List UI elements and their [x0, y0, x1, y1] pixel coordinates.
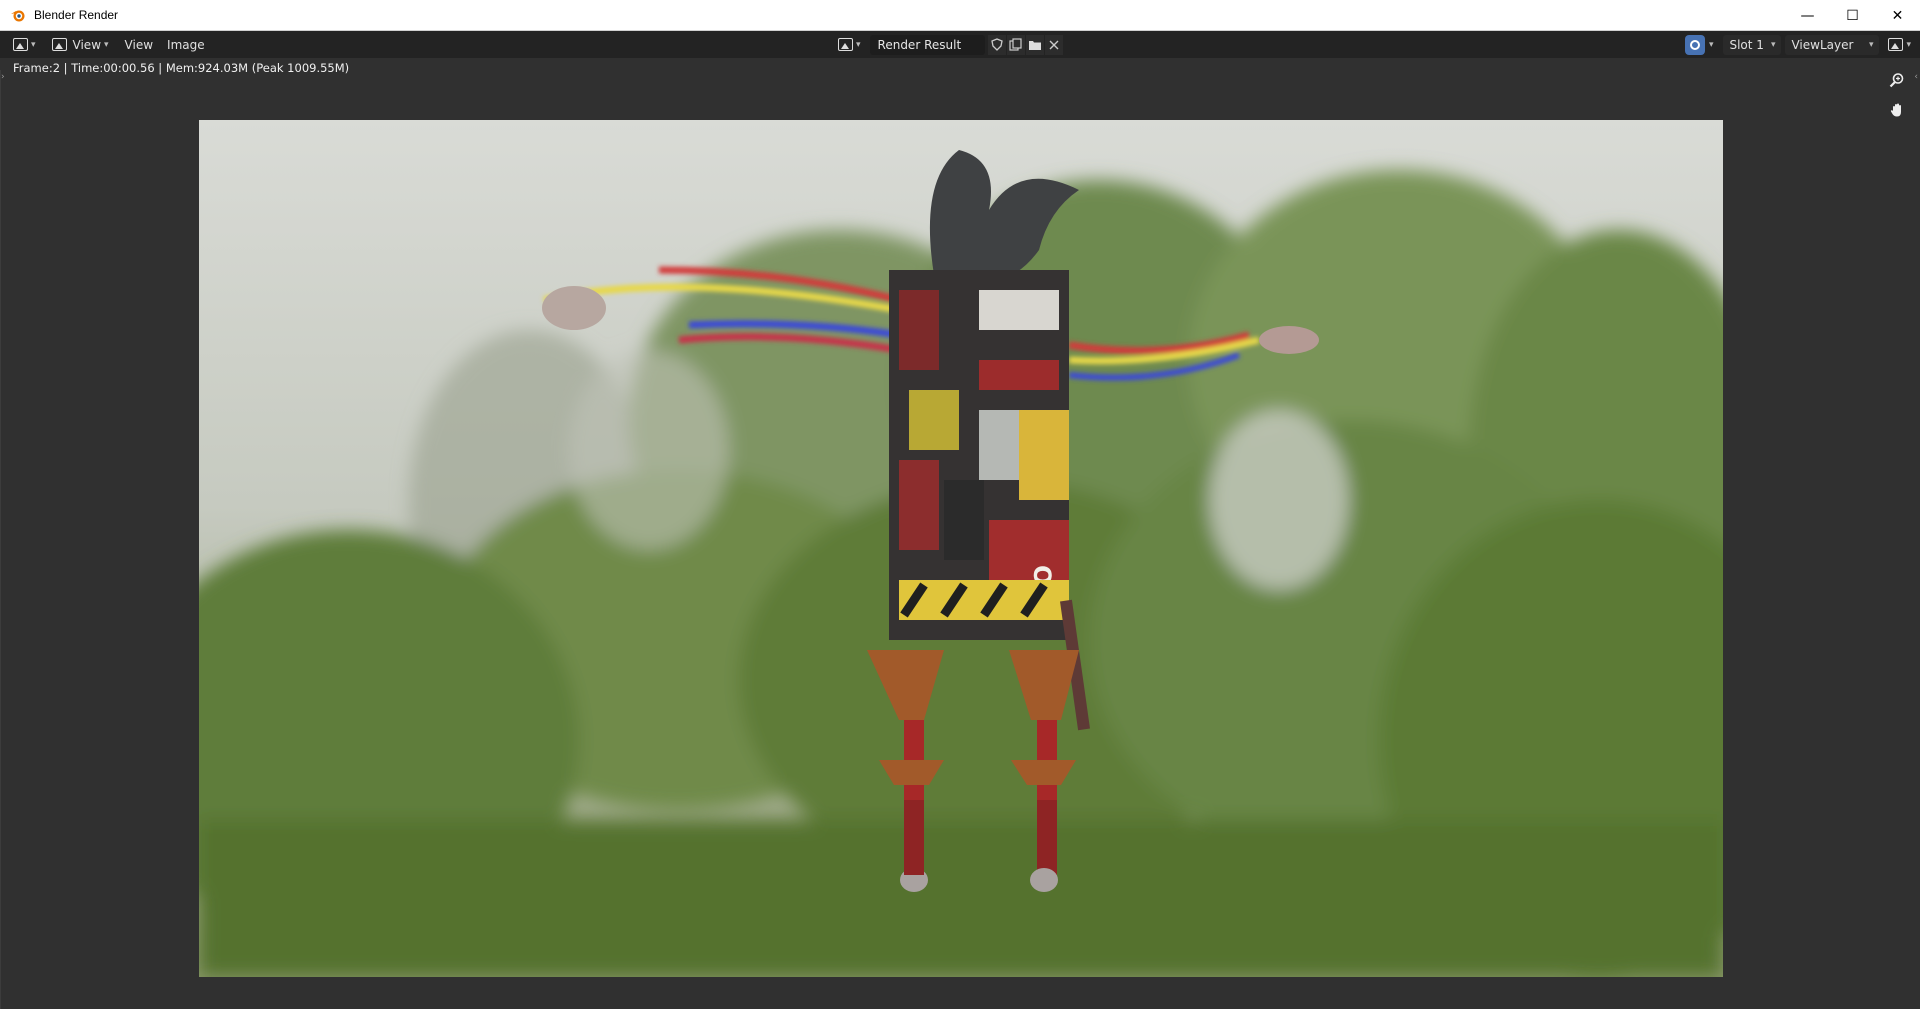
editor-type-button[interactable]: ▾ — [8, 34, 41, 55]
chevron-down-icon: ▾ — [104, 39, 109, 50]
zoom-button[interactable] — [1884, 67, 1910, 93]
blender-logo-icon — [11, 10, 25, 22]
hand-icon — [1890, 103, 1901, 117]
window-title-bar: Blender Render — ☐ ✕ — [0, 0, 1920, 31]
gizmo-icon — [1689, 39, 1700, 50]
unlink-image-button[interactable] — [1044, 34, 1063, 55]
menu-image[interactable]: Image — [162, 34, 210, 55]
image-editor-icon — [13, 38, 28, 51]
window-title: Blender Render — [34, 8, 119, 22]
view-layer-dropdown[interactable]: ViewLayer ▾ — [1785, 34, 1880, 55]
toolbar-edge — [0, 70, 1, 1009]
render-scene-svg: OFF — [199, 120, 1723, 977]
view-layer-label: ViewLayer — [1791, 37, 1854, 52]
minimize-button[interactable]: — — [1785, 0, 1830, 31]
right-foot — [1030, 868, 1058, 892]
maximize-button[interactable]: ☐ — [1830, 0, 1875, 31]
image-browse-icon — [838, 38, 853, 51]
zoom-icon — [1889, 73, 1904, 88]
image-editor-header: ▾ View ▾ View Image ▾ Render Result ▾ Sl… — [0, 31, 1920, 58]
header-right-group: ▾ Slot 1 ▾ ViewLayer ▾ ▾ — [1684, 31, 1920, 58]
slot-label: Slot 1 — [1729, 37, 1764, 52]
render-result-image[interactable]: OFF — [199, 120, 1723, 977]
folder-icon — [1028, 40, 1041, 50]
chevron-down-icon: ▾ — [31, 39, 36, 50]
render-stats-text: Frame:2 | Time:00:00.56 | Mem:924.03M (P… — [13, 61, 350, 75]
slot-dropdown[interactable]: Slot 1 ▾ — [1723, 34, 1782, 55]
display-channels-button[interactable]: ▾ — [1883, 34, 1916, 55]
view-icon — [51, 38, 67, 51]
display-channels-icon — [1888, 38, 1904, 51]
image-browse-button[interactable]: ▾ — [833, 34, 866, 55]
gizmo-toggle-button[interactable] — [1684, 34, 1705, 55]
fake-user-button[interactable] — [987, 34, 1006, 55]
new-image-button[interactable] — [1006, 34, 1025, 55]
image-selector-group: ▾ Render Result — [833, 31, 1063, 58]
sidebar-expand-arrow[interactable]: ‹ — [1914, 72, 1918, 82]
chevron-down-icon: ▾ — [856, 39, 861, 50]
open-image-button[interactable] — [1025, 34, 1044, 55]
chevron-down-icon: ▾ — [1906, 39, 1911, 50]
toolbar-expand-arrow[interactable]: › — [1, 72, 5, 82]
view-mode-dropdown[interactable]: View ▾ — [47, 34, 114, 55]
chevron-down-icon: ▾ — [1770, 39, 1776, 50]
view-mode-label: View — [72, 37, 102, 52]
shield-icon — [990, 38, 1003, 51]
window-controls: — ☐ ✕ — [1785, 0, 1920, 31]
image-name-field[interactable]: Render Result — [869, 34, 985, 55]
pan-button[interactable] — [1884, 97, 1910, 123]
menu-view[interactable]: View — [120, 34, 158, 55]
chevron-down-icon[interactable]: ▾ — [1709, 40, 1714, 50]
left-hand — [542, 286, 606, 330]
close-icon — [1049, 40, 1059, 49]
chevron-down-icon: ▾ — [1868, 39, 1874, 50]
close-window-button[interactable]: ✕ — [1875, 0, 1920, 31]
duplicate-icon — [1009, 38, 1022, 51]
right-hand — [1259, 326, 1319, 354]
